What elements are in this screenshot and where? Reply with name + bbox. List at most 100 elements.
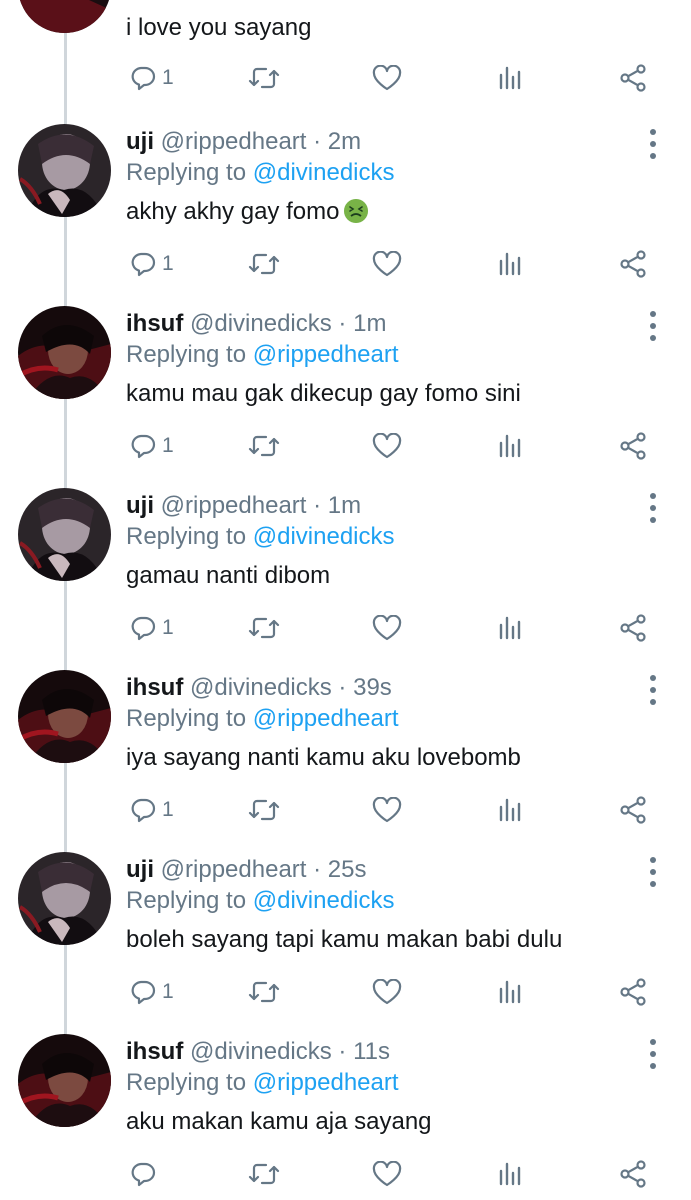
analytics-button[interactable] (497, 426, 523, 466)
replying-to-mention[interactable]: @divinedicks (253, 887, 395, 914)
tweet-5[interactable]: uji @rippedheart · 25s Replying to @divi… (0, 852, 691, 1034)
share-button[interactable] (619, 426, 647, 466)
tweet-text: gamau nanti dibom (126, 561, 330, 591)
retweet-button[interactable] (247, 608, 281, 648)
analytics-button[interactable] (497, 608, 523, 648)
tweet-header: ihsuf @divinedicks · 1m (126, 309, 386, 339)
replying-to-mention[interactable]: @rippedheart (253, 1069, 399, 1096)
user-handle[interactable]: @divinedicks (190, 1038, 332, 1065)
retweet-icon (248, 435, 280, 457)
like-button[interactable] (372, 1154, 402, 1194)
retweet-button[interactable] (247, 1154, 281, 1194)
uji-avatar-image (18, 852, 111, 945)
tweet-text-content: kamu mau gak dikecup gay fomo sini (126, 380, 521, 407)
display-name[interactable]: uji (126, 128, 154, 155)
analytics-button[interactable] (497, 58, 523, 98)
analytics-icon (499, 252, 521, 276)
analytics-button[interactable] (497, 972, 523, 1012)
reply-button[interactable]: 1 (130, 972, 174, 1012)
more-options-button[interactable] (642, 124, 664, 164)
tweet-header: ihsuf @divinedicks · 11s (126, 1037, 390, 1067)
share-button[interactable] (619, 58, 647, 98)
retweet-button[interactable] (247, 972, 281, 1012)
display-name[interactable]: ihsuf (126, 674, 183, 701)
like-button[interactable] (372, 790, 402, 830)
display-name[interactable]: uji (126, 856, 154, 883)
reply-count: 1 (162, 434, 174, 457)
avatar[interactable] (18, 306, 111, 399)
like-button[interactable] (372, 972, 402, 1012)
retweet-icon (248, 799, 280, 821)
reply-button[interactable]: 1 (130, 608, 174, 648)
avatar[interactable] (18, 124, 111, 217)
uji-avatar-image (18, 488, 111, 581)
user-handle[interactable]: @rippedheart (161, 492, 307, 519)
reply-icon (131, 1162, 156, 1187)
share-button[interactable] (619, 1154, 647, 1194)
more-options-button[interactable] (642, 852, 664, 892)
analytics-icon (499, 1162, 521, 1186)
timestamp[interactable]: 11s (353, 1038, 390, 1065)
replying-to-mention[interactable]: @divinedicks (253, 523, 395, 550)
avatar[interactable] (18, 0, 111, 33)
display-name[interactable]: ihsuf (126, 1038, 183, 1065)
separator-dot: · (313, 492, 322, 519)
timestamp[interactable]: 25s (328, 856, 367, 883)
reply-count: 1 (162, 66, 174, 89)
tweet-2[interactable]: ihsuf @divinedicks · 1m Replying to @rip… (0, 306, 691, 488)
user-handle[interactable]: @rippedheart (161, 856, 307, 883)
share-icon (620, 614, 646, 642)
replying-to: Replying to @rippedheart (126, 704, 399, 734)
replying-to-mention[interactable]: @rippedheart (253, 705, 399, 732)
like-button[interactable] (372, 244, 402, 284)
timestamp[interactable]: 1m (353, 310, 386, 337)
more-options-button[interactable] (642, 670, 664, 710)
avatar[interactable] (18, 1034, 111, 1127)
replying-to-mention[interactable]: @divinedicks (253, 159, 395, 186)
reply-button[interactable]: 1 (130, 244, 174, 284)
tweet-4[interactable]: ihsuf @divinedicks · 39s Replying to @ri… (0, 670, 691, 852)
tweet-top[interactable]: i love you sayang 1 (0, 0, 691, 120)
user-handle[interactable]: @divinedicks (190, 674, 332, 701)
share-button[interactable] (619, 972, 647, 1012)
avatar[interactable] (18, 670, 111, 763)
reply-button[interactable]: 1 (130, 58, 174, 98)
more-options-button[interactable] (642, 488, 664, 528)
replying-to-label: Replying to (126, 1069, 247, 1096)
like-button[interactable] (372, 608, 402, 648)
timestamp[interactable]: 39s (353, 674, 392, 701)
more-options-button[interactable] (642, 306, 664, 346)
user-handle[interactable]: @divinedicks (190, 310, 332, 337)
reply-count: 1 (162, 980, 174, 1003)
analytics-button[interactable] (497, 1154, 523, 1194)
tweet-3[interactable]: uji @rippedheart · 1m Replying to @divin… (0, 488, 691, 670)
more-vertical-icon (650, 129, 656, 159)
retweet-button[interactable] (247, 790, 281, 830)
analytics-button[interactable] (497, 790, 523, 830)
replying-to-mention[interactable]: @rippedheart (253, 341, 399, 368)
retweet-button[interactable] (247, 244, 281, 284)
avatar[interactable] (18, 488, 111, 581)
reply-count: 1 (162, 616, 174, 639)
tweet-text-content: akhy akhy gay fomo (126, 198, 340, 225)
analytics-button[interactable] (497, 244, 523, 284)
timestamp[interactable]: 1m (328, 492, 361, 519)
share-button[interactable] (619, 244, 647, 284)
tweet-1[interactable]: uji @rippedheart · 2m Replying to @divin… (0, 124, 691, 306)
reply-button[interactable]: 1 (130, 426, 174, 466)
share-button[interactable] (619, 608, 647, 648)
reply-button[interactable] (130, 1154, 162, 1194)
avatar[interactable] (18, 852, 111, 945)
display-name[interactable]: uji (126, 492, 154, 519)
retweet-button[interactable] (247, 426, 281, 466)
display-name[interactable]: ihsuf (126, 310, 183, 337)
reply-button[interactable]: 1 (130, 790, 174, 830)
like-button[interactable] (372, 58, 402, 98)
user-handle[interactable]: @rippedheart (161, 128, 307, 155)
timestamp[interactable]: 2m (328, 128, 361, 155)
like-button[interactable] (372, 426, 402, 466)
tweet-6[interactable]: ihsuf @divinedicks · 11s Replying to @ri… (0, 1034, 691, 1200)
retweet-button[interactable] (247, 58, 281, 98)
share-button[interactable] (619, 790, 647, 830)
more-options-button[interactable] (642, 1034, 664, 1074)
